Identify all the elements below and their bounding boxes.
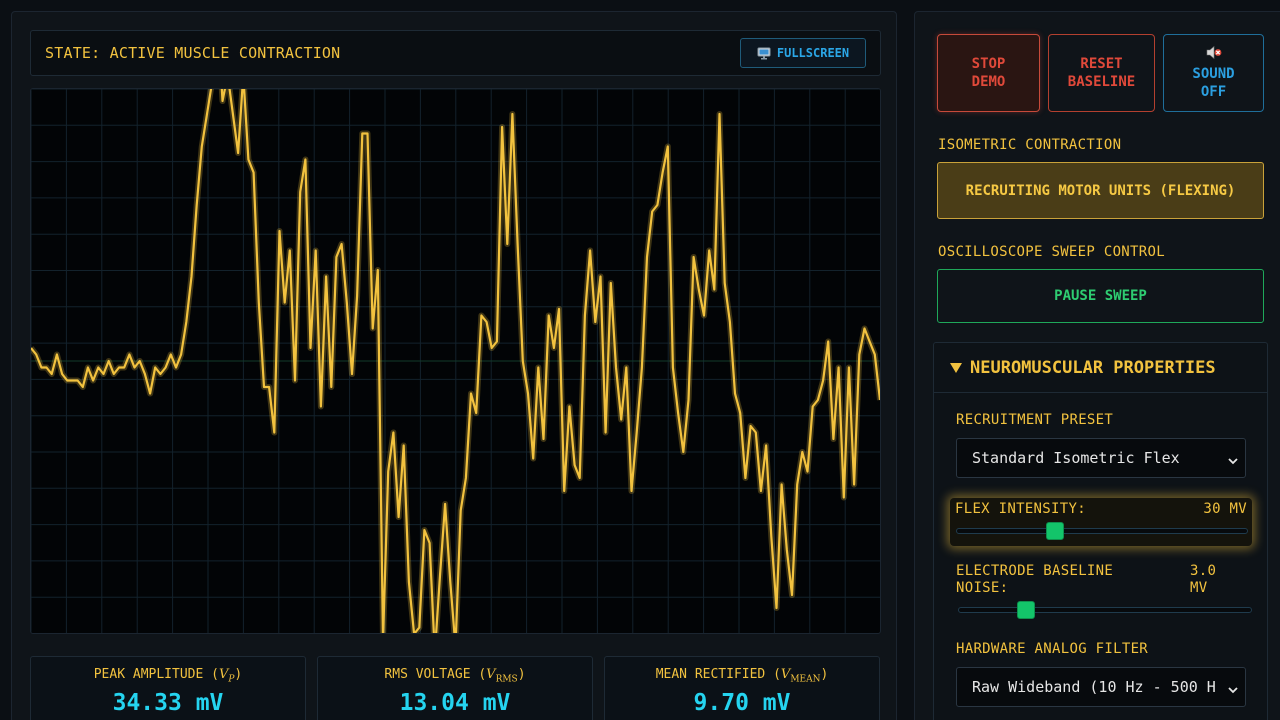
- flex-button[interactable]: RECRUITING MOTOR UNITS (FLEXING): [937, 162, 1264, 219]
- filter-value: Raw Wideband (10 Hz - 500 H: [972, 678, 1216, 696]
- monitor-icon: [757, 47, 771, 60]
- noise-label-2: NOISE:: [956, 580, 1009, 596]
- scope-panel: STATE: ACTIVE MUSCLE CONTRACTION FULLSCR…: [11, 11, 897, 720]
- noise-track[interactable]: [958, 607, 1252, 613]
- stat-label: PEAK AMPLITUDE (VP): [93, 667, 243, 685]
- noise-slider-thumb[interactable]: [1016, 601, 1035, 619]
- isometric-label: ISOMETRIC CONTRACTION: [938, 137, 1122, 153]
- fullscreen-label: FULLSCREEN: [776, 46, 850, 60]
- stat-value: 34.33 mV: [112, 689, 224, 716]
- reset-label-1: RESET: [1080, 56, 1123, 72]
- stat-value: 9.70 mV: [693, 689, 791, 716]
- sound-toggle-button[interactable]: SOUND OFF: [1163, 34, 1264, 112]
- sound-label-2: OFF: [1200, 84, 1227, 100]
- control-panel: STOP DEMO RESET BASELINE SOUND OFF ISOME…: [914, 11, 1280, 720]
- noise-label-1: ELECTRODE BASELINE: [956, 563, 1114, 579]
- fullscreen-button[interactable]: FULLSCREEN: [740, 38, 866, 68]
- sweep-label: OSCILLOSCOPE SWEEP CONTROL: [938, 244, 1165, 260]
- stop-demo-button[interactable]: STOP DEMO: [937, 34, 1040, 112]
- preset-label: RECRUITMENT PRESET: [956, 412, 1114, 428]
- filter-select[interactable]: Raw Wideband (10 Hz - 500 H: [956, 667, 1246, 707]
- flex-intensity-slider-box: FLEX INTENSITY: 30 MV: [950, 498, 1252, 546]
- filter-label: HARDWARE ANALOG FILTER: [956, 641, 1149, 657]
- sound-label-1: SOUND: [1192, 66, 1235, 82]
- intensity-slider-thumb[interactable]: [1046, 522, 1065, 540]
- reset-baseline-button[interactable]: RESET BASELINE: [1048, 34, 1155, 112]
- stat-peak-amplitude: PEAK AMPLITUDE (VP) 34.33 mV: [30, 656, 306, 720]
- state-bar: STATE: ACTIVE MUSCLE CONTRACTION FULLSCR…: [30, 30, 881, 76]
- noise-value-1: 3.0: [1190, 563, 1217, 579]
- noise-value-2: MV: [1190, 580, 1208, 596]
- triangle-down-icon: [950, 362, 962, 373]
- stop-demo-label-1: STOP: [971, 56, 1006, 72]
- preset-value: Standard Isometric Flex: [972, 449, 1180, 467]
- pause-sweep-button[interactable]: PAUSE SWEEP: [937, 269, 1264, 323]
- oscilloscope-canvas: [31, 89, 880, 633]
- neuromuscular-properties-panel: NEUROMUSCULAR PROPERTIES RECRUITMENT PRE…: [933, 342, 1268, 720]
- state-text: STATE: ACTIVE MUSCLE CONTRACTION: [45, 44, 341, 62]
- oscilloscope-display: [30, 88, 881, 634]
- preset-select[interactable]: Standard Isometric Flex: [956, 438, 1246, 478]
- stop-demo-label-2: DEMO: [971, 74, 1006, 90]
- intensity-value: 30 MV: [1203, 501, 1247, 517]
- properties-title: NEUROMUSCULAR PROPERTIES: [970, 357, 1216, 378]
- properties-header[interactable]: NEUROMUSCULAR PROPERTIES: [934, 343, 1267, 393]
- chevron-down-icon: [1227, 453, 1239, 465]
- stat-rms-voltage: RMS VOLTAGE (VRMS) 13.04 mV: [317, 656, 593, 720]
- intensity-track[interactable]: [956, 528, 1248, 534]
- intensity-label: FLEX INTENSITY:: [955, 501, 1086, 517]
- stat-label: RMS VOLTAGE (VRMS): [384, 667, 526, 685]
- stat-value: 13.04 mV: [399, 689, 511, 716]
- speaker-muted-icon: [1206, 45, 1222, 65]
- reset-label-2: BASELINE: [1067, 74, 1136, 90]
- chevron-down-icon: [1227, 682, 1239, 694]
- stat-label: MEAN RECTIFIED (VMEAN): [655, 667, 829, 685]
- stat-mean-rectified: MEAN RECTIFIED (VMEAN) 9.70 mV: [604, 656, 880, 720]
